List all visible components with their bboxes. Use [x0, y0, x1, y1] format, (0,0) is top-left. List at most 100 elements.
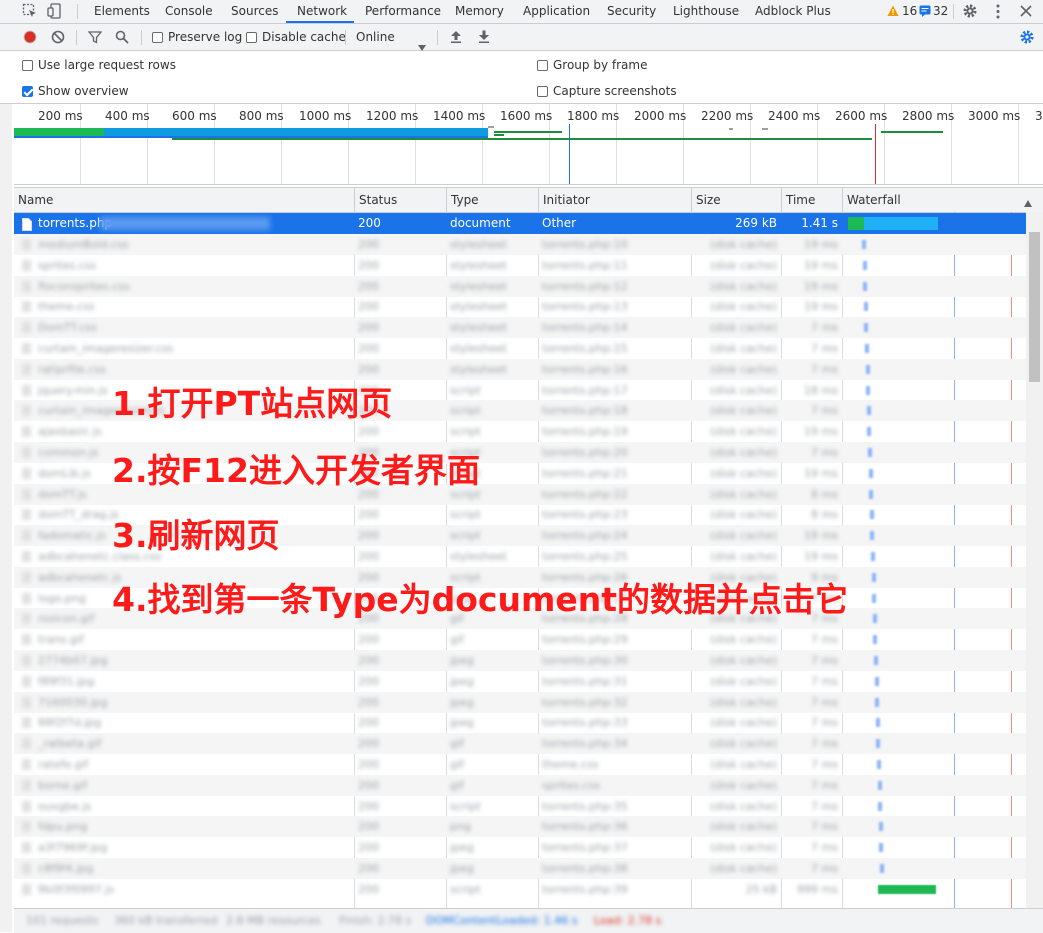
column-header-type[interactable]: Type	[446, 188, 538, 212]
more-options-icon[interactable]	[995, 4, 1001, 19]
request-name: 88f2f7d.jpg	[38, 716, 102, 730]
filter-icon[interactable]	[87, 30, 103, 44]
group-by-frame-checkbox[interactable]	[537, 60, 548, 71]
disable-cache-box[interactable]	[246, 32, 257, 43]
close-devtools-icon[interactable]	[1020, 5, 1032, 17]
column-header-name[interactable]: Name	[14, 188, 354, 212]
settings-gear-icon[interactable]	[962, 3, 978, 19]
tab-memory[interactable]: Memory	[455, 0, 504, 23]
search-icon[interactable]	[115, 30, 129, 44]
table-row[interactable]: 7160030.jpg 200 jpeg torrents.php:32 (disk c…	[14, 691, 1026, 713]
inspect-element-icon[interactable]	[22, 3, 38, 19]
capture-screenshots-option[interactable]: Capture screenshots	[537, 84, 677, 98]
tab-lighthouse[interactable]: Lighthouse	[673, 0, 739, 23]
tab-application[interactable]: Application	[523, 0, 590, 23]
table-row[interactable]: 9b0f3f0997.js 200 script torrents.php:39 25 …	[14, 879, 1026, 900]
overview-tick-label: 3000 ms	[968, 109, 1021, 123]
table-row[interactable]: f89f31.jpg 200 jpeg torrents.php:31 (disk ca…	[14, 671, 1026, 692]
table-row[interactable]: a3f7969f.jpg 200 jpeg torrents.php:37 (disk …	[14, 837, 1026, 858]
tab-performance[interactable]: Performance	[365, 0, 441, 23]
table-row[interactable]: fdpu.png 200 png torrents.php:36 (disk cache…	[14, 816, 1026, 838]
waterfall-bar	[868, 448, 872, 457]
waterfall-bar	[873, 635, 878, 645]
scrollbar-thumb[interactable]	[1029, 232, 1040, 382]
request-initiator: torrents.php:14	[542, 321, 628, 335]
overview-tick-label: 2200 ms	[701, 109, 754, 123]
waterfall-bar-waiting	[848, 217, 864, 230]
file-type-icon	[22, 239, 31, 250]
file-type-icon	[22, 363, 31, 375]
table-row[interactable]: ratefe.gif 200 gif theme.css (disk cache) 7 m…	[14, 754, 1026, 775]
request-size: (disk cache)	[710, 238, 777, 251]
table-row[interactable]: 2774b07.jpg 200 jpeg torrents.php:30 (disk c…	[14, 650, 1026, 671]
overview-bar-line	[762, 128, 768, 130]
request-type: gif	[450, 758, 464, 771]
table-row[interactable]: mediumBold.css 200 stylesheet torrents.php:…	[14, 234, 1026, 255]
disable-cache-checkbox[interactable]: Disable cache	[246, 24, 346, 50]
request-time: 7 ms	[811, 321, 838, 335]
request-name: trans.gif	[38, 633, 84, 647]
request-size: (disk cache)	[710, 550, 777, 563]
tab-elements[interactable]: Elements	[94, 0, 150, 23]
request-name: _ratbeta.gif	[38, 737, 102, 751]
clear-icon[interactable]	[51, 30, 65, 44]
export-har-icon[interactable]	[477, 29, 491, 44]
tab-console[interactable]: Console	[165, 0, 213, 23]
request-type: jpeg	[450, 674, 474, 688]
preserve-log-box[interactable]	[152, 32, 163, 43]
import-har-icon[interactable]	[449, 29, 463, 44]
capture-screenshots-checkbox[interactable]	[537, 86, 548, 97]
table-row[interactable]: theme.css 200 stylesheet torrents.php:13 (di…	[14, 296, 1026, 317]
request-time: 8 ms	[811, 487, 838, 501]
request-size: (disk cache)	[710, 446, 777, 459]
table-row[interactable]: c8f9f4.jpg 200 jpeg torrents.php:38 (disk ca…	[14, 858, 1026, 879]
table-row-selected[interactable]: torrents.php 200 document Other 269 kB 1…	[14, 213, 1026, 234]
large-rows-checkbox[interactable]	[22, 60, 33, 71]
tab-security[interactable]: Security	[607, 0, 656, 23]
record-icon[interactable]	[23, 30, 37, 44]
group-by-frame-option[interactable]: Group by frame	[537, 58, 647, 72]
table-row[interactable]: sprites.css 200 stylesheet torrents.php:11 (…	[14, 255, 1026, 276]
capture-screenshots-label: Capture screenshots	[553, 84, 677, 98]
show-overview-checkbox[interactable]	[22, 86, 33, 97]
column-header-initiator[interactable]: Initiator	[538, 188, 691, 212]
sort-ascending-icon[interactable]	[1024, 196, 1032, 207]
table-scrollbar[interactable]	[1026, 212, 1043, 908]
column-header-status[interactable]: Status	[354, 188, 446, 212]
tab-adblock-plus[interactable]: Adblock Plus	[755, 0, 831, 23]
table-row[interactable]: curtain_imageresizer.css 200 stylesheet tor…	[14, 338, 1026, 359]
message-icon[interactable]	[919, 5, 931, 17]
tab-sources[interactable]: Sources	[231, 0, 278, 23]
overview-bar-line	[172, 138, 872, 140]
tab-network[interactable]: Network	[297, 0, 347, 23]
table-row[interactable]: _ratbeta.gif 200 gif torrents.php:34 (disk c…	[14, 733, 1026, 755]
request-time: 999 ms	[797, 882, 838, 896]
show-overview-option[interactable]: Show overview	[22, 84, 129, 98]
column-header-waterfall[interactable]: Waterfall	[842, 188, 1043, 212]
left-scrollbar[interactable]	[0, 0, 12, 932]
throttle-select[interactable]: Online	[356, 24, 428, 51]
table-row[interactable]: floconsprites.css 200 stylesheet torrents.p…	[14, 275, 1026, 297]
table-row[interactable]: DomTT.css 200 stylesheet torrents.php:14 (di…	[14, 317, 1026, 339]
preserve-log-checkbox[interactable]: Preserve log	[152, 24, 242, 50]
file-type-icon	[22, 717, 31, 729]
column-header-time[interactable]: Time	[781, 188, 842, 212]
table-row[interactable]: trans.gif 200 gif torrents.php:29 (disk cach…	[14, 629, 1026, 650]
table-row[interactable]: ouvgbe.js 200 script torrents.php:35 (disk c…	[14, 796, 1026, 817]
network-settings-gear-icon[interactable]	[1019, 29, 1035, 45]
network-settings-pane: Use large request rows Show overview Gro…	[0, 51, 1043, 104]
column-header-size[interactable]: Size	[691, 188, 781, 212]
large-rows-option[interactable]: Use large request rows	[22, 58, 176, 72]
table-row[interactable]: 88f2f7d.jpg 200 jpeg torrents.php:33 (disk c…	[14, 712, 1026, 733]
request-status: 200	[358, 758, 379, 771]
request-status: 200	[358, 633, 379, 647]
table-row[interactable]: borne.gif 200 gif sprites.css (disk cache) 7 …	[14, 774, 1026, 796]
device-toolbar-icon[interactable]	[47, 3, 65, 19]
network-overview[interactable]: 200 ms 400 ms 600 ms 800 ms 1000 ms 1200…	[14, 104, 1043, 185]
request-type: stylesheet	[450, 550, 507, 563]
waterfall-bar	[876, 739, 881, 749]
file-type-icon	[22, 592, 31, 604]
warning-icon[interactable]	[887, 5, 899, 17]
file-type-icon	[22, 509, 31, 521]
request-name: curtain_imageresizer.css	[38, 342, 174, 355]
